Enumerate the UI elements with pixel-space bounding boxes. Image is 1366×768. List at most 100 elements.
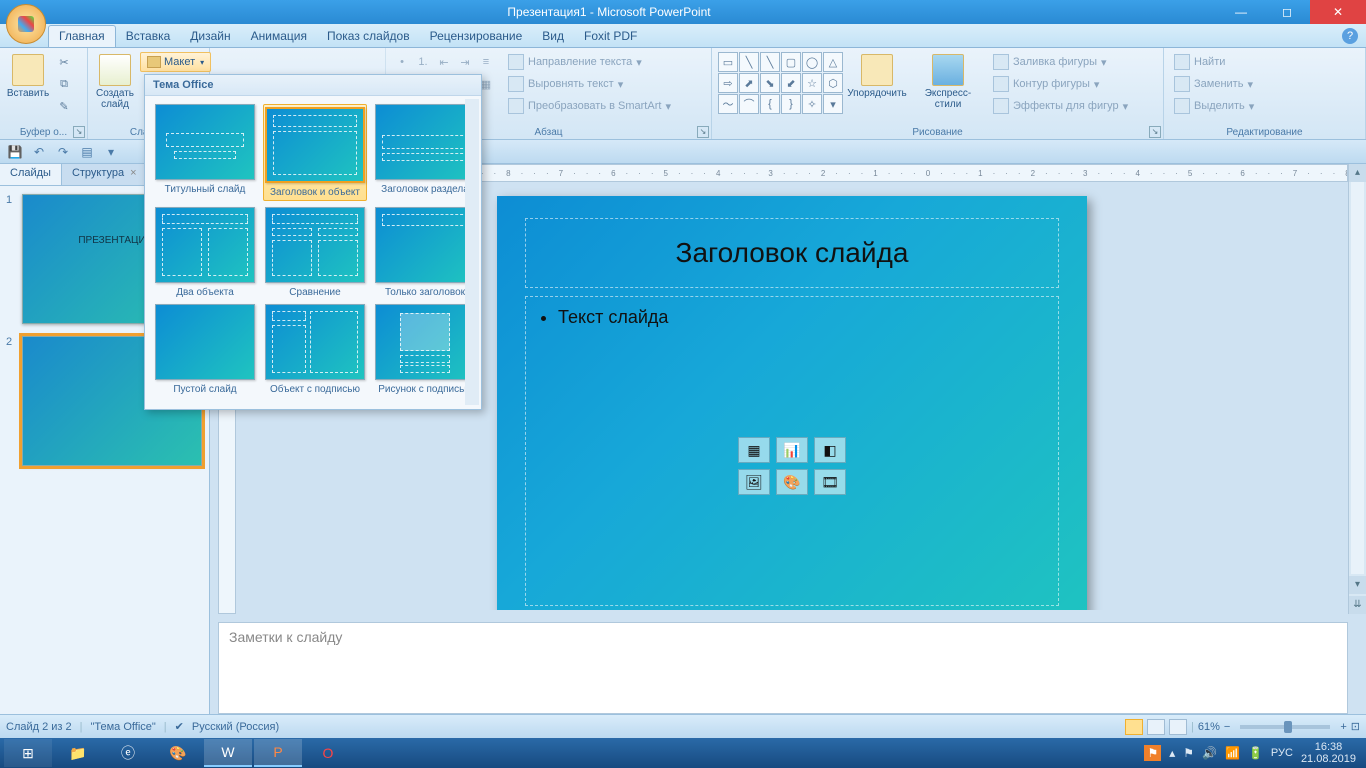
zoom-out-button[interactable]: − [1224, 721, 1230, 733]
insert-chart-icon[interactable]: 📊 [776, 437, 808, 463]
tray-clock[interactable]: 16:3821.08.2019 [1301, 741, 1356, 765]
view-sorter-button[interactable] [1147, 719, 1165, 735]
quick-styles-icon [932, 54, 964, 86]
shape-outline-button[interactable]: Контур фигуры ▾ [989, 74, 1132, 94]
new-slide-button[interactable]: Создать слайд [94, 52, 136, 112]
title-placeholder[interactable]: Заголовок слайда [525, 218, 1059, 288]
find-button[interactable]: Найти [1170, 52, 1258, 72]
fit-window-button[interactable]: ⊡ [1351, 720, 1360, 733]
scroll-down-button[interactable]: ▾ [1349, 576, 1366, 594]
layout-item-blank[interactable]: Пустой слайд [153, 304, 257, 395]
scroll-up-button[interactable]: ▴ [1349, 164, 1366, 182]
tray-show-hidden-icon[interactable]: ▴ [1169, 746, 1175, 760]
paste-icon [12, 54, 44, 86]
indent-dec-button[interactable]: ⇤ [434, 52, 454, 72]
tab-design[interactable]: Дизайн [180, 26, 240, 47]
content-placeholder[interactable]: Текст слайда ▦ 📊 ◧ 🖼 🎨 🎞 [525, 296, 1059, 606]
bullets-button[interactable]: • [392, 52, 412, 72]
copy-button[interactable]: ⧉ [54, 74, 74, 94]
layout-item-section-header[interactable]: Заголовок раздела [373, 104, 477, 201]
layout-item-title-only[interactable]: Только заголовок [373, 207, 477, 298]
layout-gallery-scrollbar[interactable] [465, 99, 479, 405]
zoom-slider[interactable] [1240, 725, 1330, 729]
tray-action-center-icon[interactable]: ⚑ [1183, 746, 1194, 760]
qat-undo-button[interactable]: ↶ [30, 143, 48, 161]
format-painter-button[interactable]: ✎ [54, 96, 74, 116]
numbering-button[interactable]: 1. [413, 52, 433, 72]
tab-foxit[interactable]: Foxit PDF [574, 26, 647, 47]
tray-notification-icon[interactable]: ⚑ [1144, 745, 1161, 761]
help-icon[interactable]: ? [1342, 28, 1358, 44]
convert-smartart-button[interactable]: Преобразовать в SmartArt ▾ [504, 96, 675, 116]
panel-tab-slides[interactable]: Слайды [0, 164, 62, 185]
align-text-button[interactable]: Выровнять текст ▾ [504, 74, 675, 94]
insert-smartart-icon[interactable]: ◧ [814, 437, 846, 463]
taskbar-ie[interactable]: ⓔ [104, 739, 152, 767]
tab-insert[interactable]: Вставка [116, 26, 181, 47]
tray-volume-icon[interactable]: 🔊 [1202, 746, 1217, 760]
clipboard-dialog-launcher[interactable]: ↘ [73, 126, 85, 138]
layout-item-title-content[interactable]: Заголовок и объект [263, 104, 367, 201]
indent-inc-button[interactable]: ⇥ [455, 52, 475, 72]
tray-network-icon[interactable]: 📶 [1225, 746, 1240, 760]
slide-canvas[interactable]: Заголовок слайда Текст слайда ▦ 📊 ◧ 🖼 🎨 … [497, 196, 1087, 610]
next-slide-button[interactable]: ⇊ [1349, 596, 1366, 614]
line-spacing-button[interactable]: ≡ [476, 52, 496, 72]
layout-item-content-caption[interactable]: Объект с подписью [263, 304, 367, 395]
office-button[interactable] [6, 4, 46, 44]
status-language[interactable]: Русский (Россия) [192, 721, 279, 733]
maximize-button[interactable]: ◻ [1264, 0, 1310, 24]
vertical-scrollbar[interactable]: ▴ ▾ ⇊ [1348, 164, 1366, 614]
tab-home[interactable]: Главная [48, 25, 116, 47]
tab-review[interactable]: Рецензирование [420, 26, 533, 47]
insert-media-icon[interactable]: 🎞 [814, 469, 846, 495]
taskbar-opera[interactable]: O [304, 739, 352, 767]
layout-item-two-content[interactable]: Два объекта [153, 207, 257, 298]
layout-item-picture-caption[interactable]: Рисунок с подписью [373, 304, 477, 395]
text-direction-button[interactable]: Направление текста ▾ [504, 52, 675, 72]
layout-button[interactable]: Макет [140, 52, 211, 72]
spellcheck-icon[interactable]: ✔ [175, 720, 184, 733]
shape-effects-button[interactable]: Эффекты для фигур ▾ [989, 96, 1132, 116]
qat-customize-button[interactable]: ▾ [102, 143, 120, 161]
qat-save-button[interactable]: 💾 [6, 143, 24, 161]
layout-item-title-slide[interactable]: Титульный слайд [153, 104, 257, 201]
insert-clipart-icon[interactable]: 🎨 [776, 469, 808, 495]
select-button[interactable]: Выделить ▾ [1170, 96, 1258, 116]
replace-button[interactable]: Заменить ▾ [1170, 74, 1258, 94]
view-normal-button[interactable] [1125, 719, 1143, 735]
insert-picture-icon[interactable]: 🖼 [738, 469, 770, 495]
taskbar-powerpoint[interactable]: P [254, 739, 302, 767]
quick-styles-button[interactable]: Экспресс-стили [911, 52, 985, 112]
notes-pane[interactable]: Заметки к слайду [218, 622, 1348, 714]
insert-table-icon[interactable]: ▦ [738, 437, 770, 463]
start-button[interactable]: ⊞ [4, 739, 52, 767]
shapes-gallery[interactable]: ▭╲╲▢◯△ ⇨⬈⬊⬋☆⬡ 〜⌒{}✧▾ [718, 52, 843, 114]
qat-redo-button[interactable]: ↷ [54, 143, 72, 161]
taskbar-word[interactable]: W [204, 739, 252, 767]
paragraph-dialog-launcher[interactable]: ↘ [697, 126, 709, 138]
paste-button[interactable]: Вставить [6, 52, 50, 101]
shape-fill-button[interactable]: Заливка фигуры ▾ [989, 52, 1132, 72]
tab-slideshow[interactable]: Показ слайдов [317, 26, 420, 47]
tab-view[interactable]: Вид [532, 26, 574, 47]
windows-taskbar: ⊞ 📁 ⓔ 🎨 W P O ⚑ ▴ ⚑ 🔊 📶 🔋 РУС 16:3821.08… [0, 738, 1366, 768]
arrange-button[interactable]: Упорядочить [847, 52, 907, 101]
taskbar-explorer[interactable]: 📁 [54, 739, 102, 767]
status-theme: "Тема Office" [91, 721, 156, 733]
view-slideshow-button[interactable] [1169, 719, 1187, 735]
panel-close-icon[interactable]: × [130, 167, 136, 179]
taskbar-paint[interactable]: 🎨 [154, 739, 202, 767]
zoom-level[interactable]: 61% [1198, 721, 1220, 733]
qat-print-preview-button[interactable]: ▤ [78, 143, 96, 161]
zoom-in-button[interactable]: + [1340, 721, 1346, 733]
minimize-button[interactable]: ― [1218, 0, 1264, 24]
layout-item-comparison[interactable]: Сравнение [263, 207, 367, 298]
drawing-dialog-launcher[interactable]: ↘ [1149, 126, 1161, 138]
close-button[interactable]: ✕ [1310, 0, 1366, 24]
tray-language[interactable]: РУС [1271, 747, 1293, 759]
cut-button[interactable]: ✂ [54, 52, 74, 72]
panel-tab-outline[interactable]: Структура× [62, 164, 148, 185]
tray-battery-icon[interactable]: 🔋 [1248, 746, 1263, 760]
tab-animation[interactable]: Анимация [241, 26, 317, 47]
